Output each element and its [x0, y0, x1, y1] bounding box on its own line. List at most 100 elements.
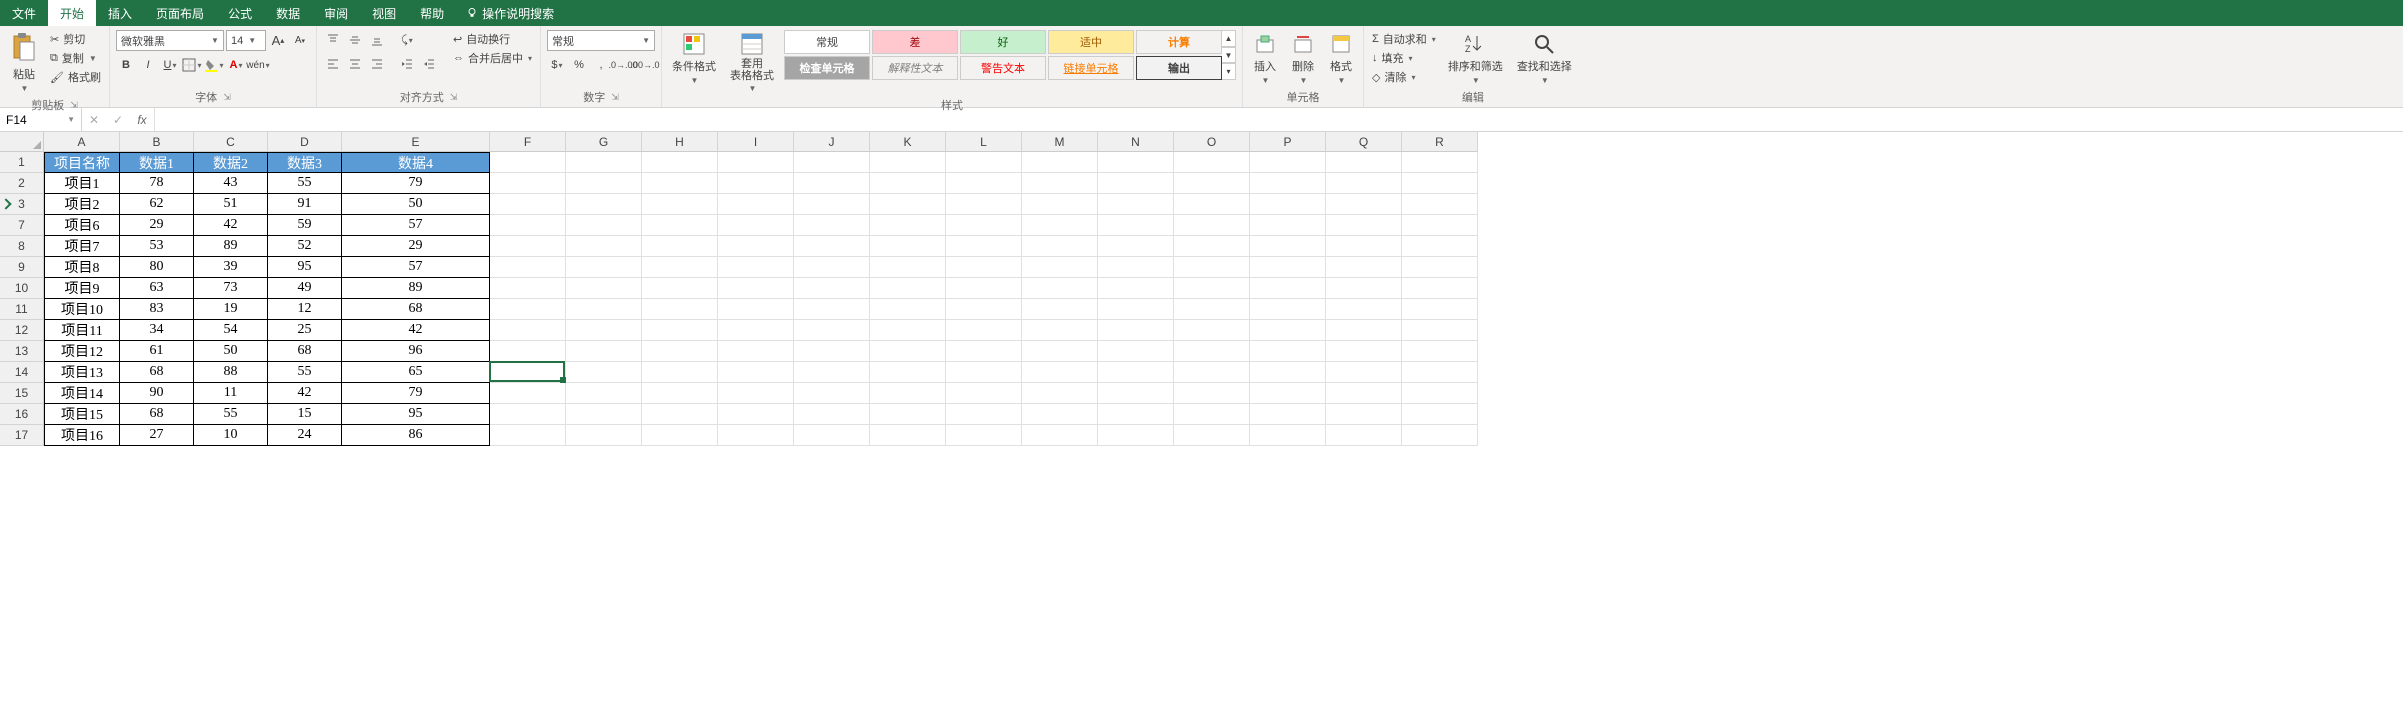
cell[interactable] [946, 257, 1022, 278]
cell[interactable] [490, 341, 566, 362]
cell[interactable] [1098, 320, 1174, 341]
cell[interactable] [566, 299, 642, 320]
cell[interactable]: 39 [194, 257, 268, 278]
cell[interactable] [870, 173, 946, 194]
cell[interactable]: 73 [194, 278, 268, 299]
cell[interactable]: 数据1 [120, 152, 194, 173]
cell[interactable] [566, 278, 642, 299]
cell[interactable] [946, 341, 1022, 362]
cell[interactable] [794, 320, 870, 341]
decrease-indent-button[interactable] [397, 54, 417, 74]
column-header-H[interactable]: H [642, 132, 718, 152]
cell[interactable]: 89 [194, 236, 268, 257]
cell[interactable]: 29 [342, 236, 490, 257]
cell[interactable] [1022, 173, 1098, 194]
sort-filter-button[interactable]: AZ排序和筛选▼ [1444, 30, 1507, 87]
cell[interactable] [1022, 383, 1098, 404]
cell[interactable] [566, 362, 642, 383]
cell[interactable] [1098, 152, 1174, 173]
gallery-more-button[interactable]: ▾ [1222, 63, 1236, 80]
column-header-M[interactable]: M [1022, 132, 1098, 152]
style-warn[interactable]: 警告文本 [960, 56, 1046, 80]
cell[interactable] [870, 236, 946, 257]
cell[interactable]: 55 [194, 404, 268, 425]
cell[interactable] [1250, 362, 1326, 383]
cell[interactable] [642, 341, 718, 362]
cell[interactable] [718, 215, 794, 236]
cell[interactable] [490, 299, 566, 320]
cell[interactable] [566, 404, 642, 425]
row-header[interactable]: 16 [0, 404, 44, 425]
cell[interactable]: 96 [342, 341, 490, 362]
cell[interactable] [566, 383, 642, 404]
cell[interactable] [1402, 404, 1478, 425]
gallery-down-button[interactable]: ▼ [1222, 47, 1236, 64]
decrease-decimal-button[interactable]: .00→.0 [635, 55, 655, 75]
cell[interactable] [1402, 215, 1478, 236]
cell[interactable] [1326, 383, 1402, 404]
cell[interactable] [1098, 362, 1174, 383]
cell[interactable] [946, 152, 1022, 173]
cell[interactable] [1402, 152, 1478, 173]
cell[interactable] [1022, 278, 1098, 299]
clear-button[interactable]: ◇清除▾ [1370, 68, 1438, 86]
cell[interactable] [490, 152, 566, 173]
cell[interactable] [490, 173, 566, 194]
cell[interactable] [794, 341, 870, 362]
cell[interactable] [566, 425, 642, 446]
cell[interactable]: 34 [120, 320, 194, 341]
dialog-launcher-icon[interactable]: ⇲ [450, 92, 458, 103]
cell[interactable] [566, 152, 642, 173]
column-header-D[interactable]: D [268, 132, 342, 152]
cell[interactable]: 27 [120, 425, 194, 446]
font-color-button[interactable]: A▾ [226, 55, 246, 75]
formula-input[interactable] [155, 108, 2403, 131]
bold-button[interactable]: B [116, 55, 136, 75]
cell[interactable]: 50 [342, 194, 490, 215]
cell[interactable] [1326, 236, 1402, 257]
column-header-P[interactable]: P [1250, 132, 1326, 152]
align-left-button[interactable] [323, 54, 343, 74]
cell[interactable]: 91 [268, 194, 342, 215]
cell[interactable] [794, 215, 870, 236]
cell[interactable] [794, 173, 870, 194]
cell[interactable] [1402, 425, 1478, 446]
cell[interactable] [566, 320, 642, 341]
insert-cells-button[interactable]: 插入▼ [1249, 30, 1281, 87]
cell[interactable] [718, 173, 794, 194]
cell[interactable]: 53 [120, 236, 194, 257]
cell[interactable] [1098, 383, 1174, 404]
column-header-N[interactable]: N [1098, 132, 1174, 152]
cell[interactable] [490, 425, 566, 446]
cell[interactable]: 63 [120, 278, 194, 299]
menu-tab-formula[interactable]: 公式 [216, 0, 264, 26]
cell[interactable] [870, 320, 946, 341]
cell[interactable] [718, 362, 794, 383]
align-center-button[interactable] [345, 54, 365, 74]
cell[interactable] [1174, 383, 1250, 404]
cell[interactable] [1250, 194, 1326, 215]
style-bad[interactable]: 差 [872, 30, 958, 54]
cell[interactable] [870, 299, 946, 320]
cell[interactable] [1174, 152, 1250, 173]
cell[interactable] [870, 425, 946, 446]
cell[interactable] [718, 341, 794, 362]
cell[interactable] [1174, 320, 1250, 341]
cell[interactable] [946, 299, 1022, 320]
format-cells-button[interactable]: 格式▼ [1325, 30, 1357, 87]
cell[interactable]: 15 [268, 404, 342, 425]
menu-tab-help[interactable]: 帮助 [408, 0, 456, 26]
column-header-C[interactable]: C [194, 132, 268, 152]
cell[interactable] [1250, 425, 1326, 446]
column-header-K[interactable]: K [870, 132, 946, 152]
cell[interactable]: 68 [268, 341, 342, 362]
cell[interactable] [946, 278, 1022, 299]
orientation-button[interactable]: ⤹▾ [397, 30, 417, 50]
cell[interactable] [1174, 194, 1250, 215]
cell[interactable]: 19 [194, 299, 268, 320]
cell[interactable] [718, 152, 794, 173]
cell[interactable] [1402, 236, 1478, 257]
cell[interactable] [946, 404, 1022, 425]
cell[interactable]: 25 [268, 320, 342, 341]
format-as-table-button[interactable]: 套用 表格格式▼ [726, 30, 778, 95]
